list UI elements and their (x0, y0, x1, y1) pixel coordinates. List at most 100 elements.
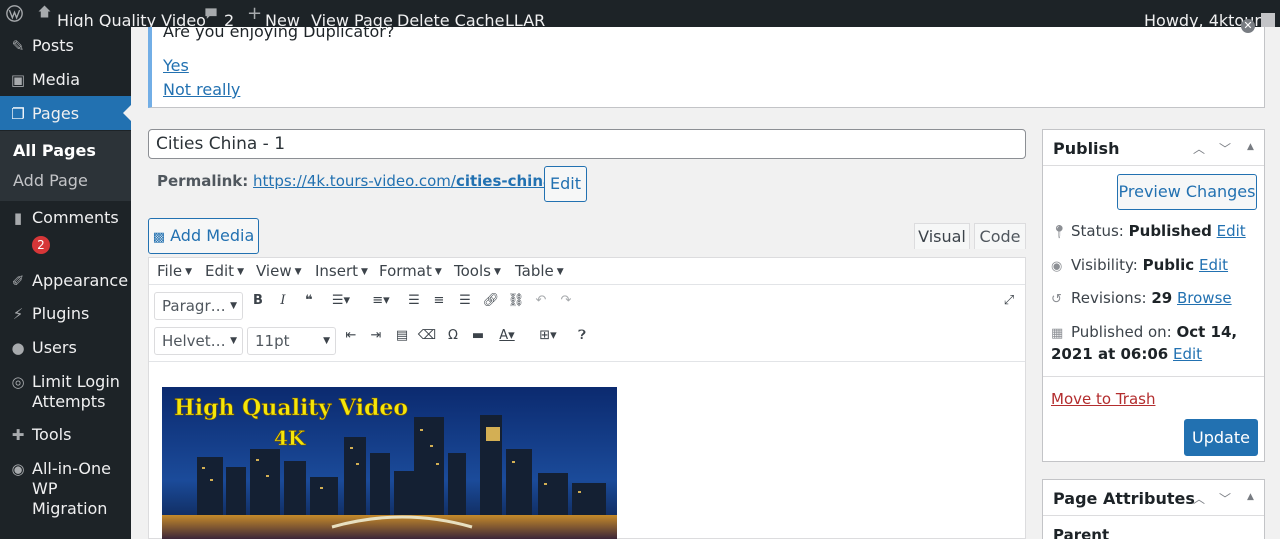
published-on-time: 2021 at 06:06 (1051, 345, 1168, 363)
llar-link[interactable]: LLAR (505, 7, 545, 27)
plugin-icon: ⚡ (9, 304, 27, 322)
redo-icon[interactable]: ↷ (555, 290, 577, 312)
toolbar-row-2: Helvet… ▼ 11pt ▼ ⇤ ⇥ ▤ ⌫ Ω ▬ A▾ ⊞▾ ❓︎ (149, 324, 1025, 360)
tab-visual[interactable]: Visual (914, 223, 970, 249)
sidebar-item-plugins[interactable]: ⚡ Plugins (0, 304, 131, 326)
numbered-list-icon[interactable]: ≡▾ (366, 290, 396, 312)
sidebar-item-tools[interactable]: ✚ Tools (0, 425, 131, 447)
permalink-base: https://4k.tours-video.com/ (253, 172, 456, 190)
home-icon[interactable] (37, 4, 52, 23)
caret-down-icon: ▼ (230, 328, 237, 354)
published-on-edit-link[interactable]: Edit (1173, 345, 1202, 363)
sidebar-item-comments[interactable]: ▮ Comments 2 (0, 208, 131, 248)
chevron-up-icon[interactable]: ︿ (1193, 140, 1205, 157)
preview-changes-button[interactable]: Preview Changes (1117, 174, 1257, 210)
browse-revisions-link[interactable]: Browse (1177, 289, 1232, 307)
wordpress-logo-icon[interactable] (6, 5, 23, 26)
link-icon[interactable]: 🔗︎ (480, 290, 502, 312)
italic-button[interactable]: I (272, 290, 294, 312)
status-value: Published (1129, 222, 1212, 240)
align-right-icon[interactable]: ☰ (454, 290, 476, 312)
move-to-trash-link[interactable]: Move to Trash (1051, 390, 1155, 408)
sidebar-item-users[interactable]: ● Users (0, 338, 131, 360)
collapse-triangle-icon[interactable]: ▲ (1247, 492, 1254, 502)
tab-code[interactable]: Code (974, 223, 1026, 249)
paste-text-icon[interactable]: ▤ (391, 325, 413, 347)
align-left-icon[interactable]: ☰ (403, 290, 425, 312)
menu-format[interactable]: Format▼ (379, 262, 442, 280)
plus-icon[interactable]: + (247, 3, 262, 24)
add-media-button[interactable]: ▩ Add Media (148, 218, 259, 254)
post-title-input[interactable] (148, 129, 1026, 159)
calendar-icon: ▦ (1051, 326, 1067, 341)
caret-down-icon: ▼ (230, 293, 237, 319)
blockquote-icon[interactable]: ❝ (298, 290, 320, 312)
media-icon: ▩ (153, 230, 165, 245)
indent-icon[interactable]: ⇥ (365, 325, 387, 347)
menu-insert[interactable]: Insert▼ (315, 262, 368, 280)
sidebar-item-media[interactable]: ▣ Media (0, 70, 131, 92)
editor-content-area[interactable]: High Quality Video 4K (149, 361, 1025, 539)
chevron-up-icon[interactable]: ︿ (1193, 490, 1205, 507)
notice-no-link[interactable]: Not really (163, 80, 240, 99)
bullet-list-icon[interactable]: ☰▾ (326, 290, 356, 312)
sidebar-item-migration[interactable]: ◉ All-in-One WP Migration (0, 459, 131, 523)
font-size-select[interactable]: 11pt ▼ (247, 327, 336, 355)
permalink-edit-button[interactable]: Edit (544, 166, 587, 202)
clear-formatting-icon[interactable]: ⌫ (416, 325, 438, 347)
duplicator-notice: Are you enjoying Duplicator? Yes Not rea… (148, 27, 1265, 108)
bold-button[interactable]: B (247, 290, 269, 312)
sidebar-item-label: Tools (32, 425, 71, 445)
menu-label: View (256, 262, 292, 280)
notice-yes-link[interactable]: Yes (163, 56, 189, 75)
menu-view[interactable]: View▼ (256, 262, 302, 280)
sidebar-item-limit-login[interactable]: ◎ Limit Login Attempts (0, 372, 131, 414)
publish-box: Publish ︿ ﹀ ▲ Preview Changes 📍︎Status: … (1042, 129, 1265, 462)
unlink-icon[interactable]: ⛓ (505, 290, 527, 312)
special-character-icon[interactable]: Ω (442, 325, 464, 347)
undo-icon[interactable]: ↶ (530, 290, 552, 312)
permalink-link[interactable]: https://4k.tours-video.com/cities-china-… (253, 172, 575, 190)
hero-image[interactable]: High Quality Video 4K (162, 387, 617, 539)
close-icon[interactable]: ✕ (1241, 19, 1255, 33)
parent-label: Parent (1053, 526, 1109, 539)
help-icon[interactable]: ❓︎ (571, 325, 593, 347)
visibility-row: ◉Visibility: Public Edit (1051, 256, 1228, 274)
chevron-down-icon[interactable]: ﹀ (1219, 140, 1231, 157)
format-select-value: Paragr… (162, 297, 226, 315)
menu-edit[interactable]: Edit▼ (205, 262, 244, 280)
menu-file[interactable]: File▼ (157, 262, 192, 280)
menu-table[interactable]: Table▼ (515, 262, 564, 280)
chevron-down-icon[interactable]: ﹀ (1219, 490, 1231, 507)
fullscreen-icon[interactable]: ⤢ (998, 290, 1020, 312)
collapse-triangle-icon[interactable]: ▲ (1247, 142, 1254, 152)
font-family-select[interactable]: Helvet… ▼ (154, 327, 243, 355)
sidebar-item-pages[interactable]: ❐ Pages (0, 96, 131, 130)
sidebar-item-label: Comments (32, 208, 119, 228)
text-color-icon[interactable]: A▾ (492, 325, 522, 347)
submenu-add-page[interactable]: Add Page (13, 171, 88, 190)
permalink-label: Permalink: (157, 172, 248, 190)
delete-cache-link[interactable]: Delete Cache (397, 7, 504, 27)
visibility-value: Public (1143, 256, 1195, 274)
avatar[interactable] (1261, 13, 1275, 27)
visibility-edit-link[interactable]: Edit (1199, 256, 1228, 274)
outdent-icon[interactable]: ⇤ (340, 325, 362, 347)
sidebar-item-appearance[interactable]: ✐ Appearance (0, 271, 131, 293)
caret-down-icon: ▼ (295, 267, 302, 277)
submenu-all-pages[interactable]: All Pages (13, 141, 96, 160)
horizontal-line-icon[interactable]: ▬ (467, 325, 489, 347)
align-center-icon[interactable]: ≡ (428, 290, 450, 312)
caret-down-icon: ▼ (557, 267, 564, 277)
permalink-row: Permalink: https://4k.tours-video.com/ci… (157, 172, 575, 190)
menu-tools[interactable]: Tools▼ (454, 262, 501, 280)
status-edit-link[interactable]: Edit (1217, 222, 1246, 240)
sidebar-item-posts[interactable]: ✎ Posts (0, 36, 131, 58)
table-icon[interactable]: ⊞▾ (533, 325, 563, 347)
visibility-label: Visibility: (1071, 256, 1138, 274)
media-icon: ▣ (9, 70, 27, 88)
hero-subtitle: 4K (274, 426, 306, 450)
update-button[interactable]: Update (1184, 419, 1258, 456)
format-select[interactable]: Paragr… ▼ (154, 292, 243, 320)
menu-label: Tools (454, 262, 491, 280)
